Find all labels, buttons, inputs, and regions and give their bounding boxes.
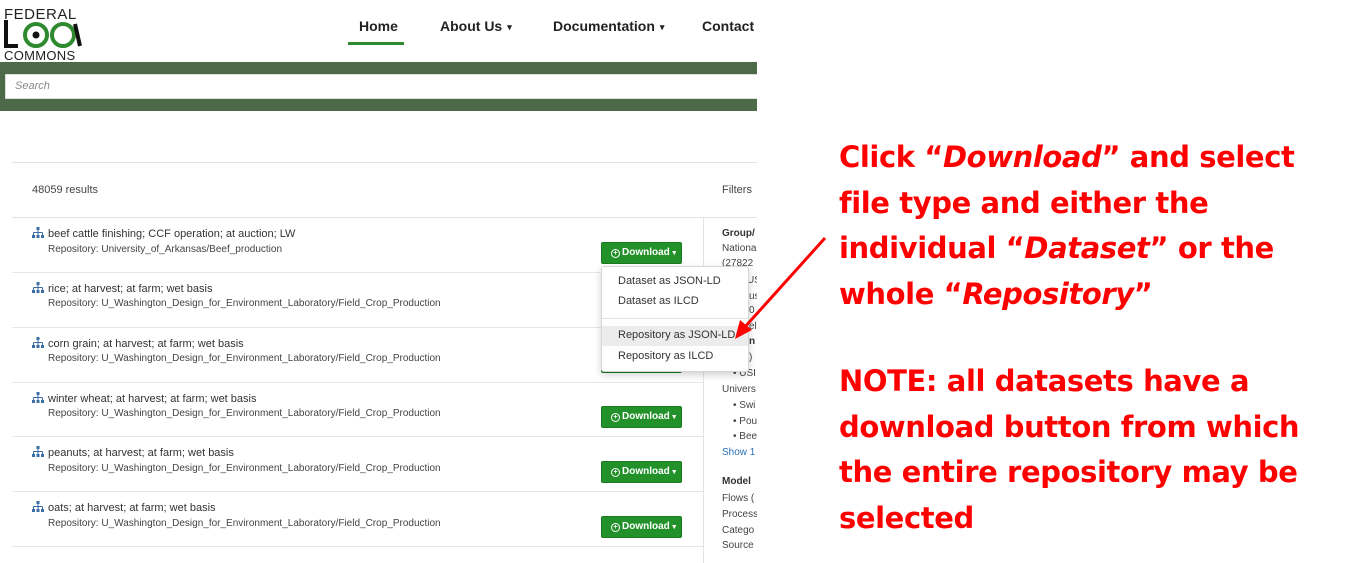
annotation-text: ” <box>1133 276 1153 311</box>
annotation-line: selected <box>839 500 974 535</box>
annotation-instructions: Click “Download” and select file type an… <box>839 135 1295 318</box>
annotation-line: Click “Download” and select <box>839 135 1295 181</box>
annotation-emphasis: Dataset <box>1024 231 1150 265</box>
annotation-text: ” or the <box>1149 231 1274 265</box>
annotation-text: whole “ <box>839 276 963 311</box>
annotation-emphasis: Download <box>943 140 1102 174</box>
page: FEDERAL COMMONS Home About Us ▾ Documenta… <box>0 0 1349 563</box>
annotation-line: file type and either the <box>839 185 1209 220</box>
annotation-text: Click “ <box>839 140 943 174</box>
annotation-line: the entire repository may be <box>839 455 1298 489</box>
annotation-line: download button from which <box>839 409 1300 444</box>
annotation-text: individual “ <box>839 231 1025 265</box>
annotation-line: NOTE: all datasets have a <box>839 364 1250 398</box>
annotation-emphasis: Repository <box>962 276 1134 311</box>
annotation-line: whole “Repository” <box>839 272 1294 318</box>
annotation-note: NOTE: all datasets have a download butto… <box>839 359 1300 541</box>
annotation-text: ” and select <box>1101 140 1295 174</box>
annotation-line: individual “Dataset” or the <box>839 226 1294 272</box>
